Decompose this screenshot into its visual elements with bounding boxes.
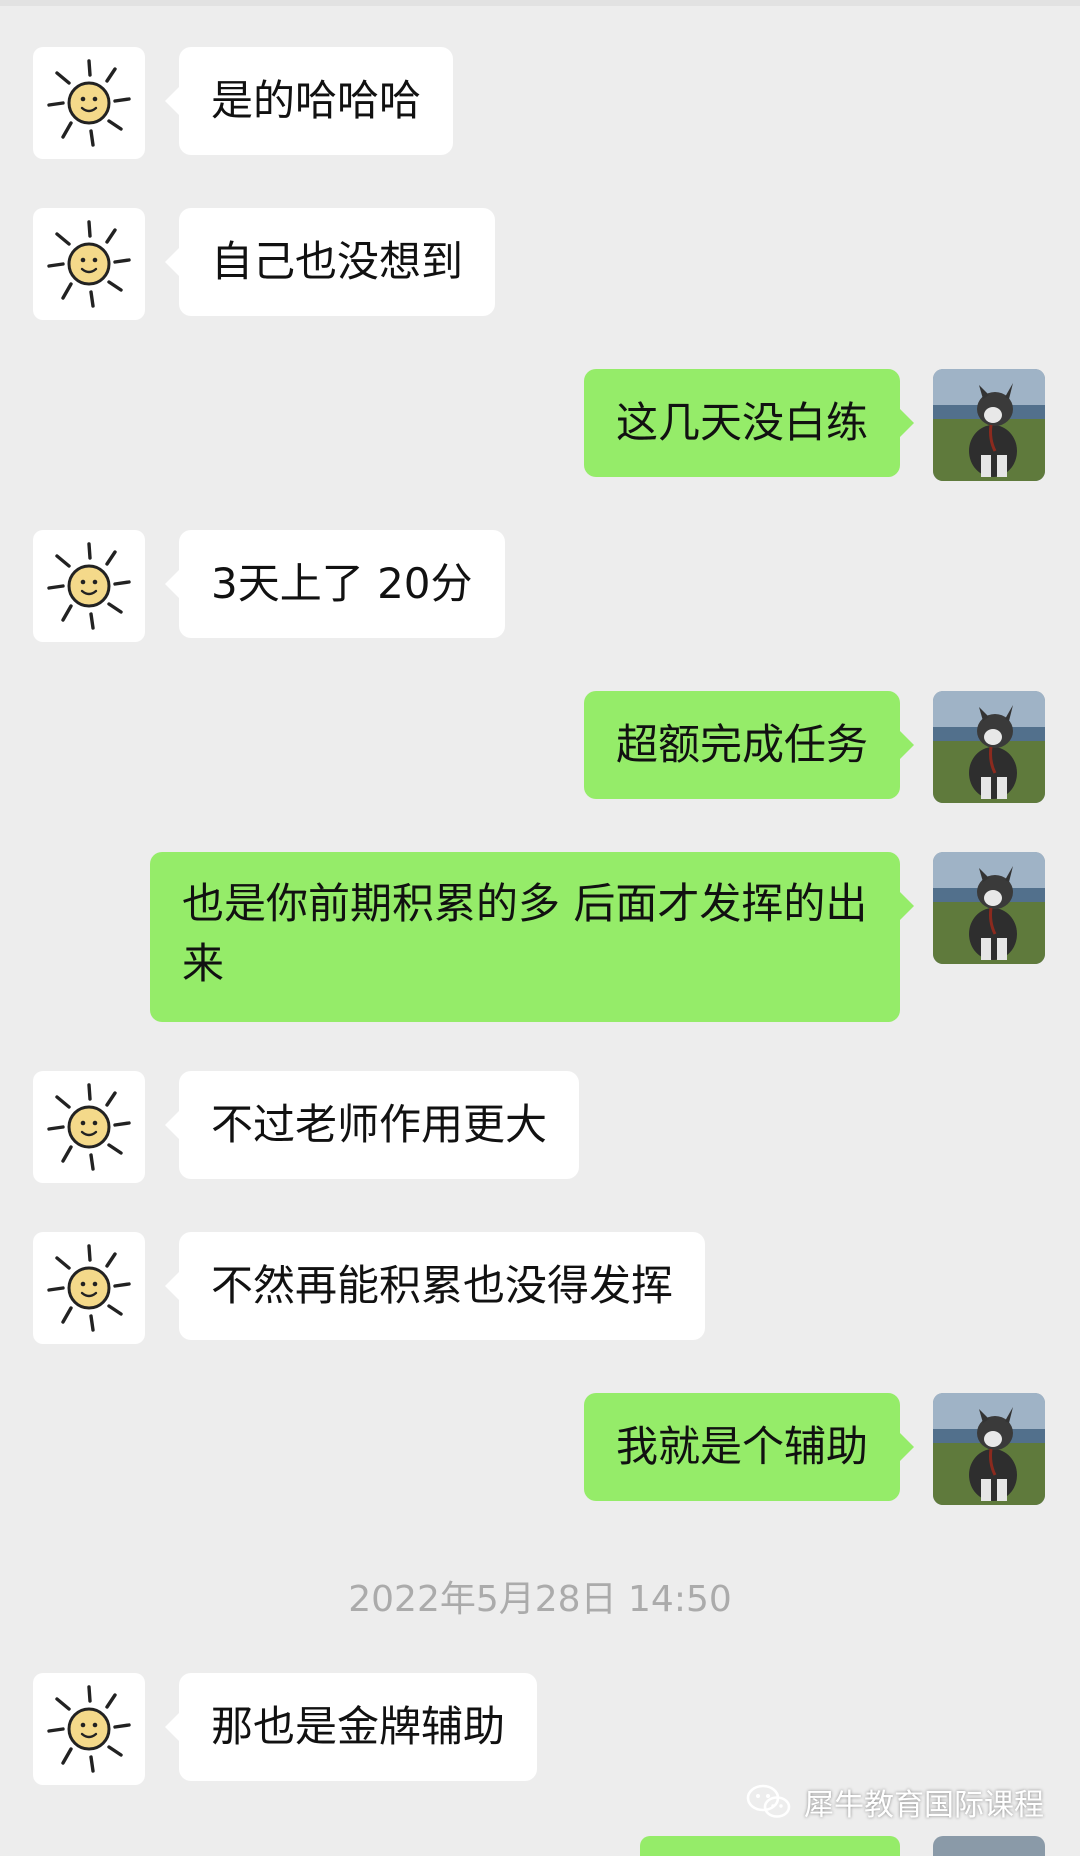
sun-avatar-icon[interactable] — [33, 1232, 145, 1344]
message-bubble[interactable]: 不然再能积累也没得发挥 — [164, 1232, 706, 1340]
timestamp: 2022年5月28日 14:50 — [348, 1579, 732, 1620]
watermark: 犀牛教育国际课程 — [744, 1778, 1044, 1826]
wechat-logo-icon — [746, 1784, 791, 1818]
message-bubble[interactable]: 是的哈哈哈 — [164, 47, 454, 155]
dog-avatar-icon[interactable] — [933, 852, 1045, 964]
sun-avatar-icon[interactable] — [33, 1673, 145, 1785]
message-bubble[interactable]: 自己也没想到 — [164, 208, 496, 316]
dog-avatar-icon[interactable] — [933, 1393, 1045, 1505]
sun-avatar-icon[interactable] — [33, 47, 145, 159]
dog-avatar-icon[interactable] — [933, 369, 1045, 481]
message-bubble[interactable]: 不过老师作用更大 — [164, 1071, 580, 1179]
message-bubble[interactable]: 那也是金牌辅助 — [164, 1673, 538, 1781]
watermark-text: 犀牛教育国际课程 — [804, 1788, 1044, 1823]
sun-avatar-icon[interactable] — [33, 1071, 145, 1183]
message-bubble[interactable]: 也是你前期积累的多 后面才发挥的出来 — [150, 852, 914, 1022]
dog-avatar-icon[interactable] — [933, 691, 1045, 803]
sun-avatar-icon[interactable] — [33, 530, 145, 642]
chat-area[interactable]: 是的哈哈哈 自己也没想到 这几天没白练 3天上了 20分 超额完成任务 也是你前… — [0, 0, 1080, 1856]
sun-avatar-icon[interactable] — [33, 208, 145, 320]
message-bubble[interactable]: 超额完成任务 — [583, 691, 915, 799]
message-bubble[interactable]: 这几天没白练 — [583, 369, 915, 477]
message-bubble-partial[interactable] — [640, 1836, 900, 1856]
message-bubble[interactable]: 我就是个辅助 — [583, 1393, 915, 1501]
message-bubble[interactable]: 3天上了 20分 — [165, 530, 505, 638]
dog-avatar-icon[interactable] — [933, 1836, 1045, 1856]
